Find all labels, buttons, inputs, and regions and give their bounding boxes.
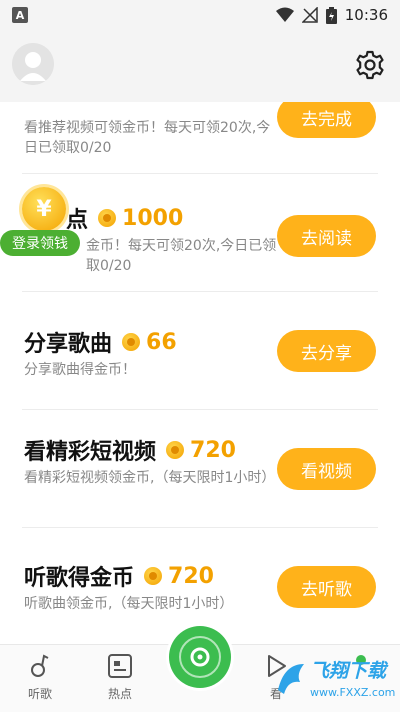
- disc-icon: [169, 626, 231, 688]
- task-list: 看推荐视频可领金币！每天可领20次,今日已领取0/20 去完成 点 1000 金…: [0, 102, 400, 644]
- yuan-symbol: ¥: [36, 196, 52, 222]
- status-icons: 10:36: [275, 6, 388, 24]
- nav-item-listen[interactable]: 听歌: [10, 653, 70, 702]
- coin-icon: [98, 209, 117, 227]
- task-button-video[interactable]: 看视频: [277, 448, 376, 490]
- task-button-share[interactable]: 去分享: [277, 330, 376, 372]
- task-title: 看精彩短视频 720: [24, 434, 236, 466]
- task-title-text: 分享歌曲: [24, 332, 113, 357]
- task-title-text: 点: [66, 208, 89, 233]
- music-note-icon: [31, 654, 49, 677]
- avatar[interactable]: [12, 43, 54, 85]
- gear-icon[interactable]: [354, 49, 386, 81]
- status-indicator: A: [12, 7, 28, 23]
- coin-icon: [144, 567, 163, 585]
- nav-label: 热点: [107, 687, 132, 701]
- task-desc: 看推荐视频可领金币！每天可领20次,今日已领取0/20: [24, 120, 271, 156]
- task-title: 点 1000: [66, 202, 183, 234]
- task-desc: 听歌曲领金币,（每天限时1小时）: [24, 596, 234, 612]
- center-play-button[interactable]: [166, 623, 234, 691]
- task-button-read[interactable]: 去阅读: [277, 215, 376, 257]
- watermark-title: 飞翔下载: [310, 660, 387, 682]
- task-title: 分享歌曲 66: [24, 326, 177, 358]
- task-item: 分享歌曲 66 分享歌曲得金币！ 去分享: [0, 292, 400, 410]
- no-signal-icon: [301, 7, 318, 23]
- coin-icon[interactable]: ¥: [22, 187, 66, 231]
- watermark-url: www.FXXZ.com: [310, 686, 396, 699]
- task-button-listen[interactable]: 去听歌: [277, 566, 376, 608]
- battery-icon: [325, 6, 337, 24]
- nav-label: 听歌: [27, 687, 52, 701]
- coin-icon: [166, 441, 185, 459]
- task-desc: 看精彩短视频领金币,（每天限时1小时）: [24, 470, 276, 486]
- header: [0, 30, 400, 102]
- avatar-icon: [12, 43, 54, 85]
- news-icon: [108, 654, 132, 678]
- status-bar: A 10:36: [0, 0, 400, 30]
- wifi-icon: [275, 7, 294, 22]
- coin-icon: [122, 333, 141, 351]
- task-title: 听歌得金币 720: [24, 560, 214, 592]
- task-reward: 720: [190, 437, 236, 463]
- task-reward: 720: [168, 563, 214, 589]
- task-item: 看精彩短视频 720 看精彩短视频领金币,（每天限时1小时） 看视频: [0, 410, 400, 528]
- task-title-text: 听歌得金币: [24, 566, 135, 591]
- watermark-logo: 飞翔下载 www.FXXZ.com: [272, 654, 396, 706]
- task-reward: 1000: [122, 205, 184, 231]
- task-desc: 金币！每天可领20次,今日已领取0/20: [86, 238, 277, 274]
- task-item: 看推荐视频可领金币！每天可领20次,今日已领取0/20 去完成: [0, 102, 400, 174]
- bird-logo-icon: [278, 664, 304, 694]
- task-reward: 66: [146, 329, 177, 355]
- task-button-complete[interactable]: 去完成: [277, 102, 376, 138]
- task-title-text: 看精彩短视频: [24, 440, 157, 465]
- task-desc: 分享歌曲得金币！: [24, 362, 136, 378]
- status-time: 10:36: [344, 6, 388, 24]
- login-reward-badge[interactable]: 登录领钱: [0, 230, 80, 256]
- nav-item-hot[interactable]: 热点: [90, 653, 150, 702]
